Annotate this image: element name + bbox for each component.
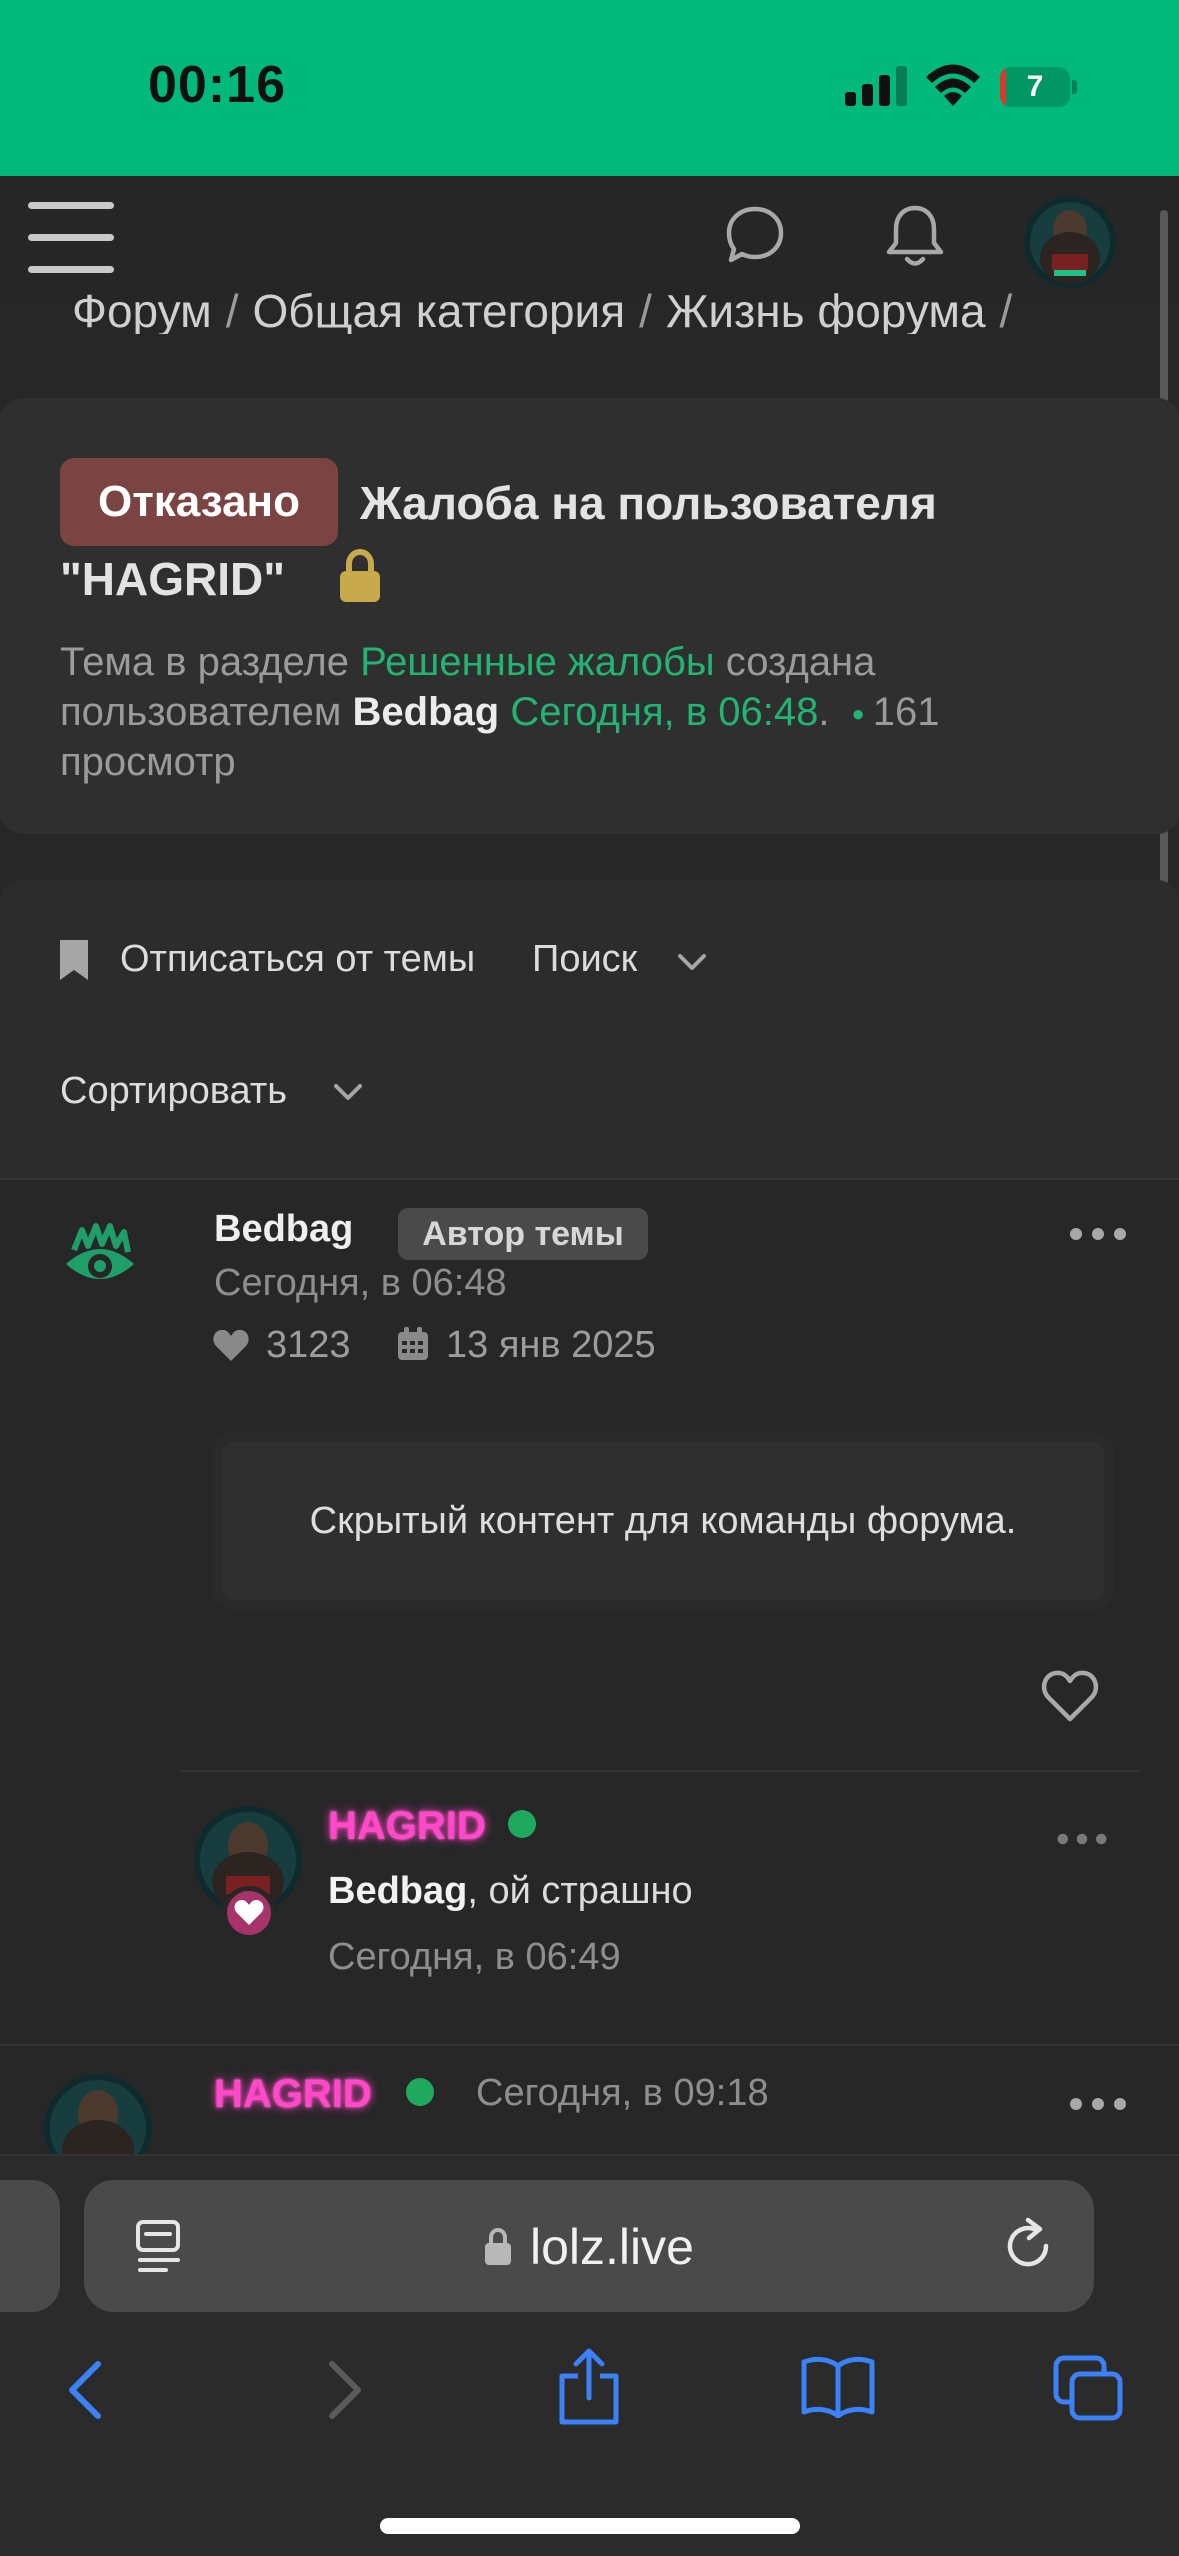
post-time[interactable]: Сегодня, в 06:48 [214, 1262, 507, 1305]
battery-icon: 7 [1000, 67, 1077, 107]
post-preview: HAGRID Сегодня, в 09:18 [0, 2050, 1179, 2158]
meta-created: создана [725, 640, 876, 684]
chevron-down-icon[interactable] [676, 952, 708, 974]
chat-bubble-icon[interactable] [724, 204, 786, 266]
more-options-icon[interactable] [1054, 1832, 1110, 1846]
meta-by: пользователем [60, 690, 342, 734]
breadcrumb: Форум / Общая категория / Жизнь форума / [72, 284, 1026, 334]
divider [0, 1178, 1179, 1180]
online-indicator [508, 1810, 536, 1838]
back-icon[interactable] [64, 2358, 108, 2422]
status-badge: Отказано [60, 458, 338, 546]
author-link[interactable]: Bedbag [353, 690, 500, 734]
thread-meta-line2: пользователем Bedbag Сегодня, в 06:48. ● 1… [60, 690, 940, 735]
post-avatar[interactable] [44, 2074, 152, 2158]
breadcrumb-item[interactable]: Форум [72, 284, 212, 334]
search-dropdown[interactable]: Поиск [532, 938, 637, 981]
bookmarks-icon[interactable] [800, 2356, 876, 2418]
reader-mode-icon[interactable] [134, 2218, 184, 2274]
more-options-icon[interactable] [1068, 2096, 1128, 2112]
share-icon[interactable] [556, 2348, 622, 2426]
comment-time[interactable]: Сегодня, в 06:49 [328, 1936, 621, 1979]
battery-level: 7 [1026, 70, 1044, 103]
url-text[interactable]: lolz.live [530, 2218, 694, 2276]
calendar-icon [398, 1327, 428, 1360]
notification-bell-icon[interactable] [884, 202, 946, 270]
thread-title: Жалоба на пользователя [360, 477, 937, 529]
tabs-icon[interactable] [1052, 2354, 1124, 2422]
lock-icon [340, 548, 380, 602]
registration-date: 13 янв 2025 [446, 1324, 656, 1366]
thread-title-continued: "HAGRID" [60, 553, 286, 605]
reload-icon[interactable] [1002, 2216, 1056, 2274]
separator-dot: ● [851, 701, 865, 727]
post-time[interactable]: Сегодня, в 09:18 [476, 2072, 769, 2115]
thread-meta-line1: Тема в разделе Решенные жалобы создана [60, 640, 875, 685]
breadcrumb-item[interactable]: Жизнь форума [666, 284, 986, 334]
status-bar: 00:16 7 [0, 0, 1179, 176]
meta-period: . [818, 690, 830, 734]
view-label: просмотр [60, 740, 236, 784]
chevron-down-icon[interactable] [332, 1082, 364, 1104]
cellular-signal-icon [845, 66, 907, 106]
online-indicator [406, 2078, 434, 2106]
previous-tab-preview[interactable] [0, 2180, 60, 2312]
comment-text: Bedbag, ой страшно [328, 1870, 693, 1913]
sort-dropdown[interactable]: Сортировать [60, 1070, 287, 1113]
hidden-content-box: Скрытый контент для команды форума. [212, 1432, 1114, 1610]
lock-icon [485, 2228, 511, 2265]
forward-icon[interactable] [322, 2358, 366, 2422]
home-indicator[interactable] [380, 2518, 800, 2534]
view-count: 161 [872, 690, 940, 734]
status-clock: 00:16 [148, 56, 286, 114]
post-author[interactable]: Bedbag [214, 1208, 353, 1251]
likes-count: 3123 [266, 1324, 351, 1366]
hidden-content-text: Скрытый контент для команды форума. [309, 1500, 1017, 1542]
thread-date[interactable]: Сегодня, в 06:48 [510, 690, 818, 734]
author-badge: Автор темы [398, 1208, 648, 1260]
post-author[interactable]: HAGRID [214, 2072, 372, 2117]
breadcrumb-item[interactable]: Общая категория [253, 284, 626, 334]
hamburger-menu-icon[interactable] [28, 200, 114, 276]
user-avatar[interactable] [1024, 196, 1116, 288]
like-heart-icon[interactable] [1040, 1668, 1100, 1724]
section-link[interactable]: Решенные жалобы [360, 640, 715, 684]
divider [180, 1770, 1140, 1772]
meta-prefix: Тема в разделе [60, 640, 350, 684]
likes-heart-icon [213, 1329, 249, 1361]
thread-controls [0, 880, 1179, 1180]
bookmark-icon[interactable] [58, 938, 90, 982]
comment-body: , ой страшно [467, 1870, 693, 1912]
heart-badge-icon [222, 1886, 276, 1940]
comment-author[interactable]: HAGRID [328, 1804, 486, 1849]
wifi-icon [926, 64, 980, 106]
eye-avatar-icon[interactable] [60, 1220, 140, 1300]
more-options-icon[interactable] [1068, 1226, 1128, 1242]
unsubscribe-button[interactable]: Отписаться от темы [120, 938, 475, 981]
divider [0, 2044, 1179, 2046]
reply-mention[interactable]: Bedbag [328, 1870, 467, 1912]
